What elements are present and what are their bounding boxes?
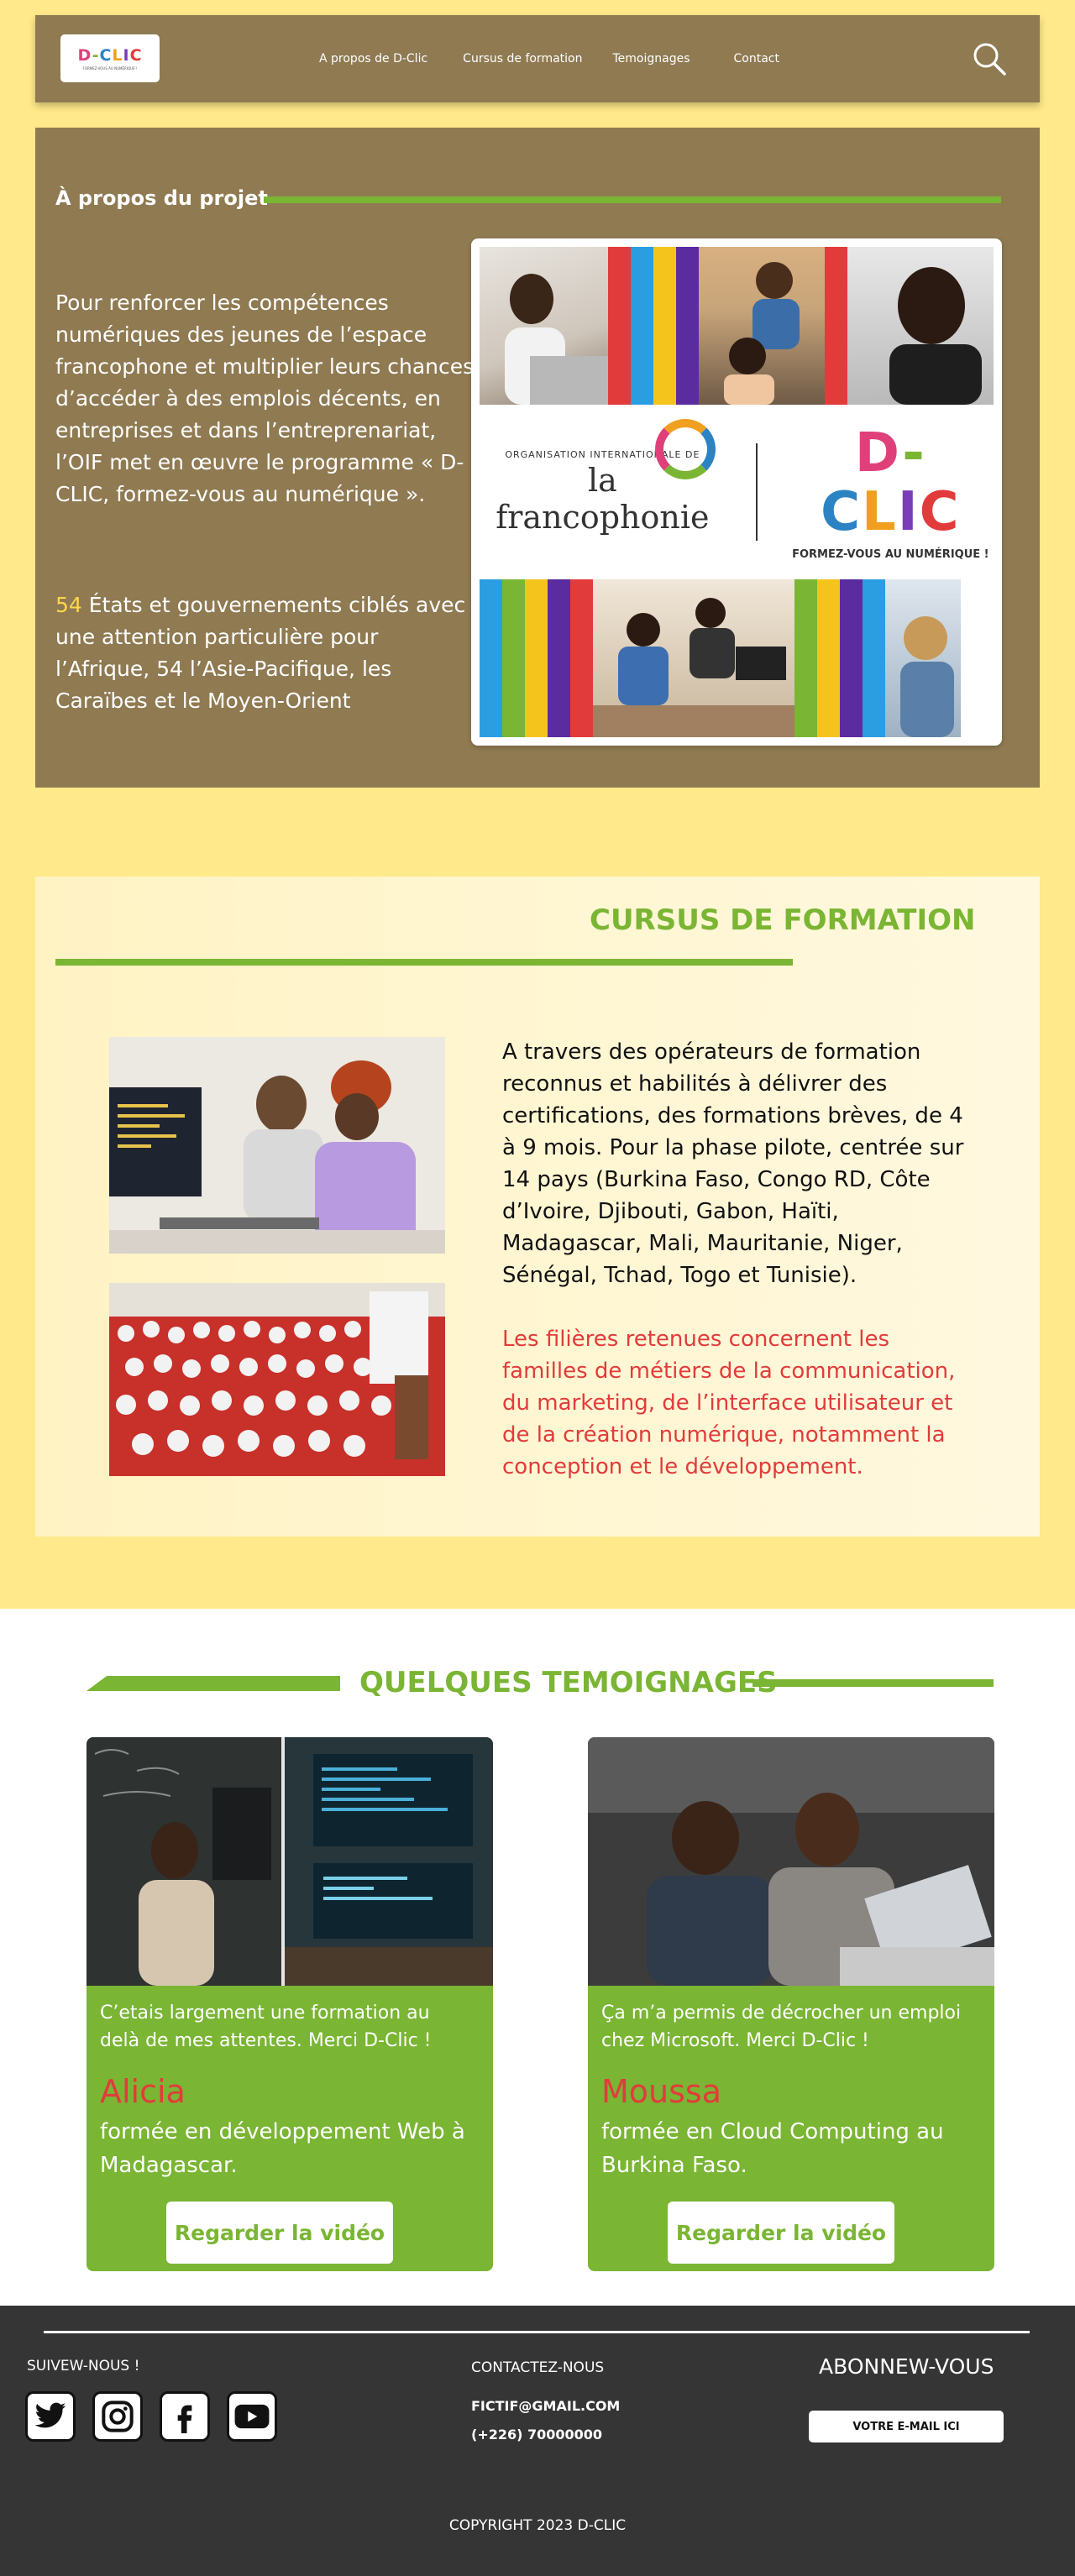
collage-stripes-2	[824, 247, 847, 405]
logo-tagline: FORMEZ-VOUS AU NUMÉRIQUE !	[82, 66, 138, 71]
watch-video-button[interactable]: Regarder la vidéo	[166, 2202, 393, 2264]
testimonial-role: formée en Cloud Computing au Burkina Fas…	[601, 2119, 944, 2178]
logo[interactable]: D-CLIC FORMEZ-VOUS AU NUMÉRIQUE !	[60, 34, 160, 82]
collage-stripes-4	[794, 579, 885, 737]
testimonial-card: C’etais largement une formation au delà …	[87, 1737, 493, 2271]
collage-photo-group	[699, 247, 825, 405]
collage-photo-woman-smiling	[885, 579, 961, 737]
nav-link-temoignages[interactable]: Temoignages	[612, 52, 690, 65]
cursus-section: CURSUS DE FORMATION A travers des opérat…	[35, 877, 1040, 1537]
nav-link-cursus[interactable]: Cursus de formation	[463, 52, 582, 65]
contact-title: CONTACTEZ-NOUS	[471, 2359, 605, 2376]
instagram-icon[interactable]	[92, 2391, 143, 2442]
search-icon[interactable]	[971, 40, 1008, 77]
partner-logos: ORGANISATION INTERNATIONALE DE la franco…	[480, 405, 994, 579]
about-collage-image: ORGANISATION INTERNATIONALE DE la franco…	[471, 238, 1002, 746]
about-stats-text: États et gouvernements ciblés avec une a…	[55, 593, 466, 713]
about-stats-paragraph: 54 États et gouvernements ciblés avec un…	[55, 589, 475, 717]
about-highlight-number: 54	[55, 593, 82, 617]
collage-bottom-row	[480, 579, 994, 737]
collage-photo-classroom	[593, 579, 794, 737]
logo-divider	[755, 443, 758, 541]
subscribe-email-input[interactable]	[809, 2411, 1004, 2442]
watch-video-button[interactable]: Regarder la vidéo	[668, 2202, 894, 2264]
temoignages-section: QUELQUES TEMOIGNAGES C’etais largement u…	[0, 1609, 1075, 2306]
nav-link-about[interactable]: A propos de D-Clic	[319, 52, 427, 65]
social-links	[25, 2391, 294, 2442]
subscribe-title: ABONNEW-VOUS	[819, 2354, 994, 2379]
testimonial-quote: Ça m’a permis de décrocher un emploi che…	[601, 2003, 962, 2051]
testimonial-photo-alicia	[87, 1737, 493, 1986]
testimonial-quote: C’etais largement une formation au delà …	[100, 2003, 432, 2051]
testimonial-name: Alicia	[100, 2073, 186, 2110]
footer-divider	[44, 2331, 1030, 2333]
collage-stripes	[608, 247, 700, 405]
testimonial-photo-moussa	[588, 1737, 994, 1986]
collage-photo-woman-laptop	[480, 247, 609, 405]
copyright: COPYRIGHT 2023 D-CLIC	[448, 2517, 627, 2534]
facebook-icon[interactable]	[160, 2391, 210, 2442]
dclic-logo-tagline: FORMEZ-VOUS AU NUMÉRIQUE !	[792, 547, 989, 561]
cursus-photo-graduation-crowd	[109, 1283, 445, 1476]
navbar: D-CLIC FORMEZ-VOUS AU NUMÉRIQUE ! A prop…	[35, 15, 1040, 102]
cursus-paragraph: A travers des opérateurs de formation re…	[502, 1039, 964, 1288]
temoignages-title-bar-right	[752, 1679, 994, 1687]
twitter-icon[interactable]	[25, 2391, 76, 2442]
about-title: À propos du projet	[55, 186, 268, 210]
about-section: À propos du projet Pour renforcer les co…	[35, 128, 1040, 788]
header-wrapper: D-CLIC FORMEZ-VOUS AU NUMÉRIQUE ! A prop…	[0, 0, 1075, 102]
oif-ring-icon	[654, 418, 716, 479]
contact-phone[interactable]: (+226) 70000000	[471, 2427, 602, 2442]
logo-text: D-CLIC	[77, 46, 143, 65]
nav-links: A propos de D-Clic Cursus de formation T…	[319, 15, 815, 102]
dclic-logo: D-CLIC FORMEZ-VOUS AU NUMÉRIQUE !	[788, 424, 994, 561]
about-paragraph: Pour renforcer les compétences numérique…	[55, 291, 475, 506]
youtube-icon[interactable]	[227, 2391, 277, 2442]
cursus-fields-paragraph: Les filières retenues concernent les fam…	[502, 1327, 956, 1479]
dclic-logo-word: D-CLIC	[821, 421, 961, 543]
testimonial-role: formée en développement Web à Madagascar…	[100, 2119, 465, 2178]
footer: SUIVEW-NOUS ! CONTACTEZ-NOUS FICTIF@GMAI…	[0, 2306, 1075, 2576]
follow-title: SUIVEW-NOUS !	[27, 2358, 140, 2374]
oif-logo: ORGANISATION INTERNATIONALE DE la franco…	[480, 418, 726, 536]
cursus-title-line	[55, 959, 793, 966]
collage-photo-man-thinking	[847, 247, 994, 405]
contact-email[interactable]: FICTIF@GMAIL.COM	[471, 2398, 620, 2414]
temoignages-title-bar-left	[87, 1676, 340, 1691]
cursus-photo-students-computer	[109, 1037, 445, 1254]
collage-stripes-3	[480, 579, 593, 737]
temoignages-title: QUELQUES TEMOIGNAGES	[359, 1666, 778, 1699]
cursus-title: CURSUS DE FORMATION	[590, 903, 976, 937]
nav-link-contact[interactable]: Contact	[734, 52, 779, 65]
about-title-line	[264, 196, 1001, 203]
collage-top-row	[480, 247, 994, 405]
testimonial-name: Moussa	[601, 2073, 722, 2110]
testimonial-card: Ça m’a permis de décrocher un emploi che…	[588, 1737, 994, 2271]
